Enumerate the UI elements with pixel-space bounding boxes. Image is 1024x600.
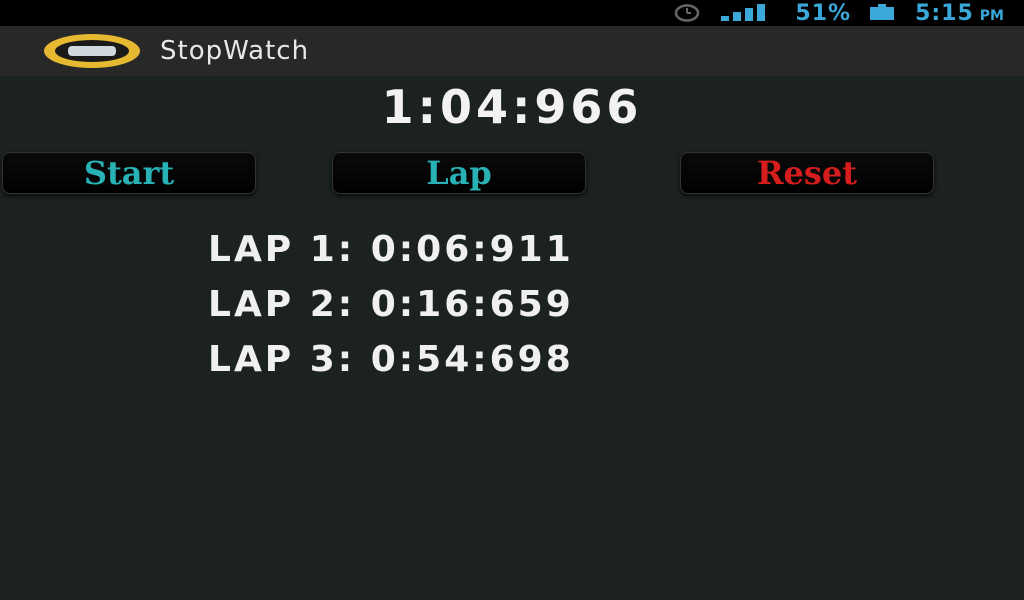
stopwatch-app-icon [44,34,140,68]
start-button[interactable]: Start [2,152,256,194]
lap-item: LAP 1: 0:06:911 [208,229,574,270]
lap-item: LAP 3: 0:54:698 [208,339,574,380]
battery-percent: 51% [795,0,852,26]
status-ampm: PM [979,8,1004,24]
app-title: StopWatch [160,36,310,66]
action-bar: StopWatch [0,26,1024,76]
timer-display: 1:04:966 [381,80,643,134]
lap-item: LAP 2: 0:16:659 [208,284,574,325]
lap-button[interactable]: Lap [332,152,586,194]
reset-button[interactable]: Reset [680,152,934,194]
battery-icon [865,3,901,23]
lap-list: LAP 1: 0:06:911 LAP 2: 0:16:659 LAP 3: 0… [208,230,908,395]
status-bar: 51% 5:15 PM [0,0,1024,26]
signal-icon [721,3,781,23]
status-clock: 5:15 [915,0,974,26]
alarm-icon [667,3,707,23]
